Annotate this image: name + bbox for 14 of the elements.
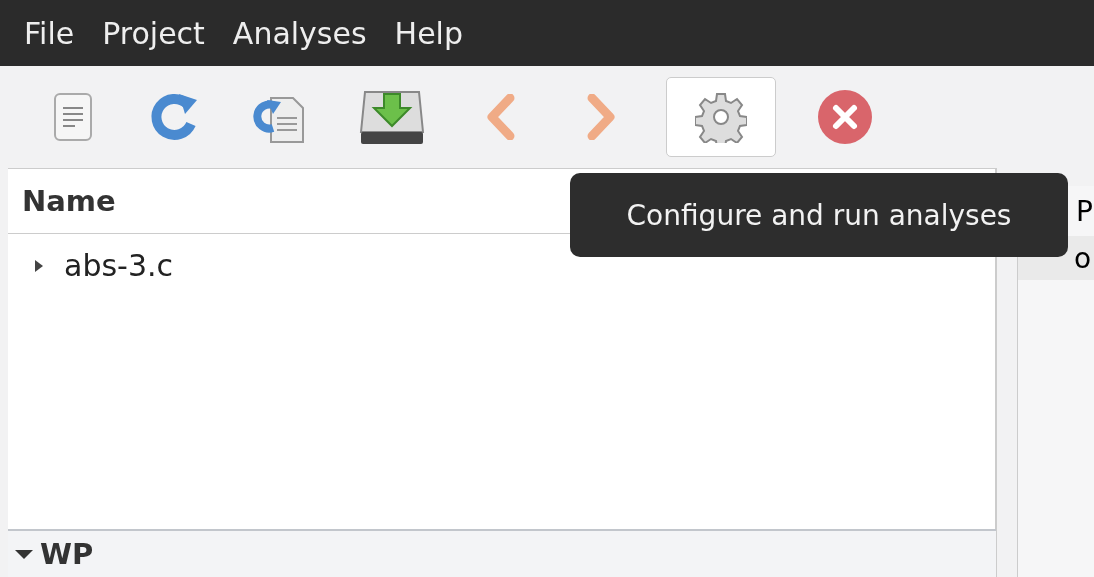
column-header: P xyxy=(1076,194,1093,228)
file-name: abs-3.c xyxy=(64,248,173,283)
menu-item[interactable]: Help xyxy=(394,15,463,51)
menu-item[interactable]: Analyses xyxy=(232,15,367,51)
menu-item[interactable]: Project xyxy=(102,15,205,51)
menu-item[interactable]: File xyxy=(24,15,75,51)
close-icon xyxy=(817,89,873,145)
gear-button[interactable] xyxy=(666,77,776,157)
settings-icon xyxy=(695,91,747,143)
table-cell: o xyxy=(1074,241,1092,275)
right-chevron-icon xyxy=(586,94,616,140)
left-chevron-icon xyxy=(486,94,516,140)
document-icon xyxy=(53,92,93,142)
tooltip: Configure and run analyses xyxy=(570,173,1068,257)
